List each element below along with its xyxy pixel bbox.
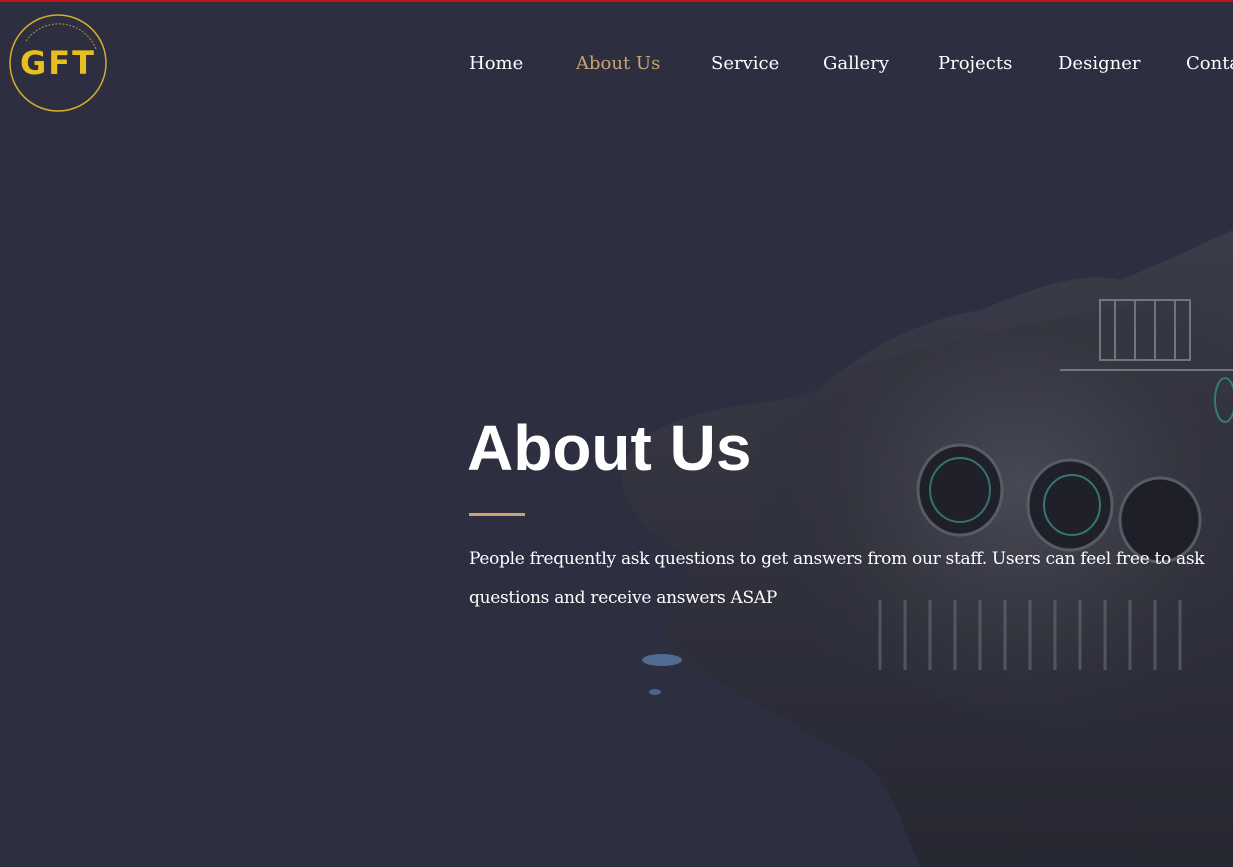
nav-item-designer[interactable]: Designer	[1058, 52, 1140, 76]
hero-background-image	[621, 230, 1233, 867]
nav-item-projects[interactable]: Projects	[938, 52, 1012, 76]
nav-item-service[interactable]: Service	[711, 52, 779, 76]
nav-item-contact[interactable]: Conta	[1186, 52, 1233, 76]
nav-item-gallery[interactable]: Gallery	[823, 52, 889, 76]
hero-description-line-1: People frequently ask questions to get a…	[469, 549, 1205, 569]
title-divider	[469, 513, 525, 516]
page-title: About Us	[467, 412, 752, 484]
hero-description: People frequently ask questions to get a…	[469, 540, 1229, 618]
nav-item-about-us[interactable]: About Us	[576, 52, 660, 76]
top-border	[0, 0, 1233, 2]
nav-item-home[interactable]: Home	[469, 52, 523, 76]
hero-description-line-2: questions and receive answers ASAP	[469, 588, 777, 608]
main-navigation: Home About Us Service Gallery Projects D…	[0, 52, 1233, 76]
